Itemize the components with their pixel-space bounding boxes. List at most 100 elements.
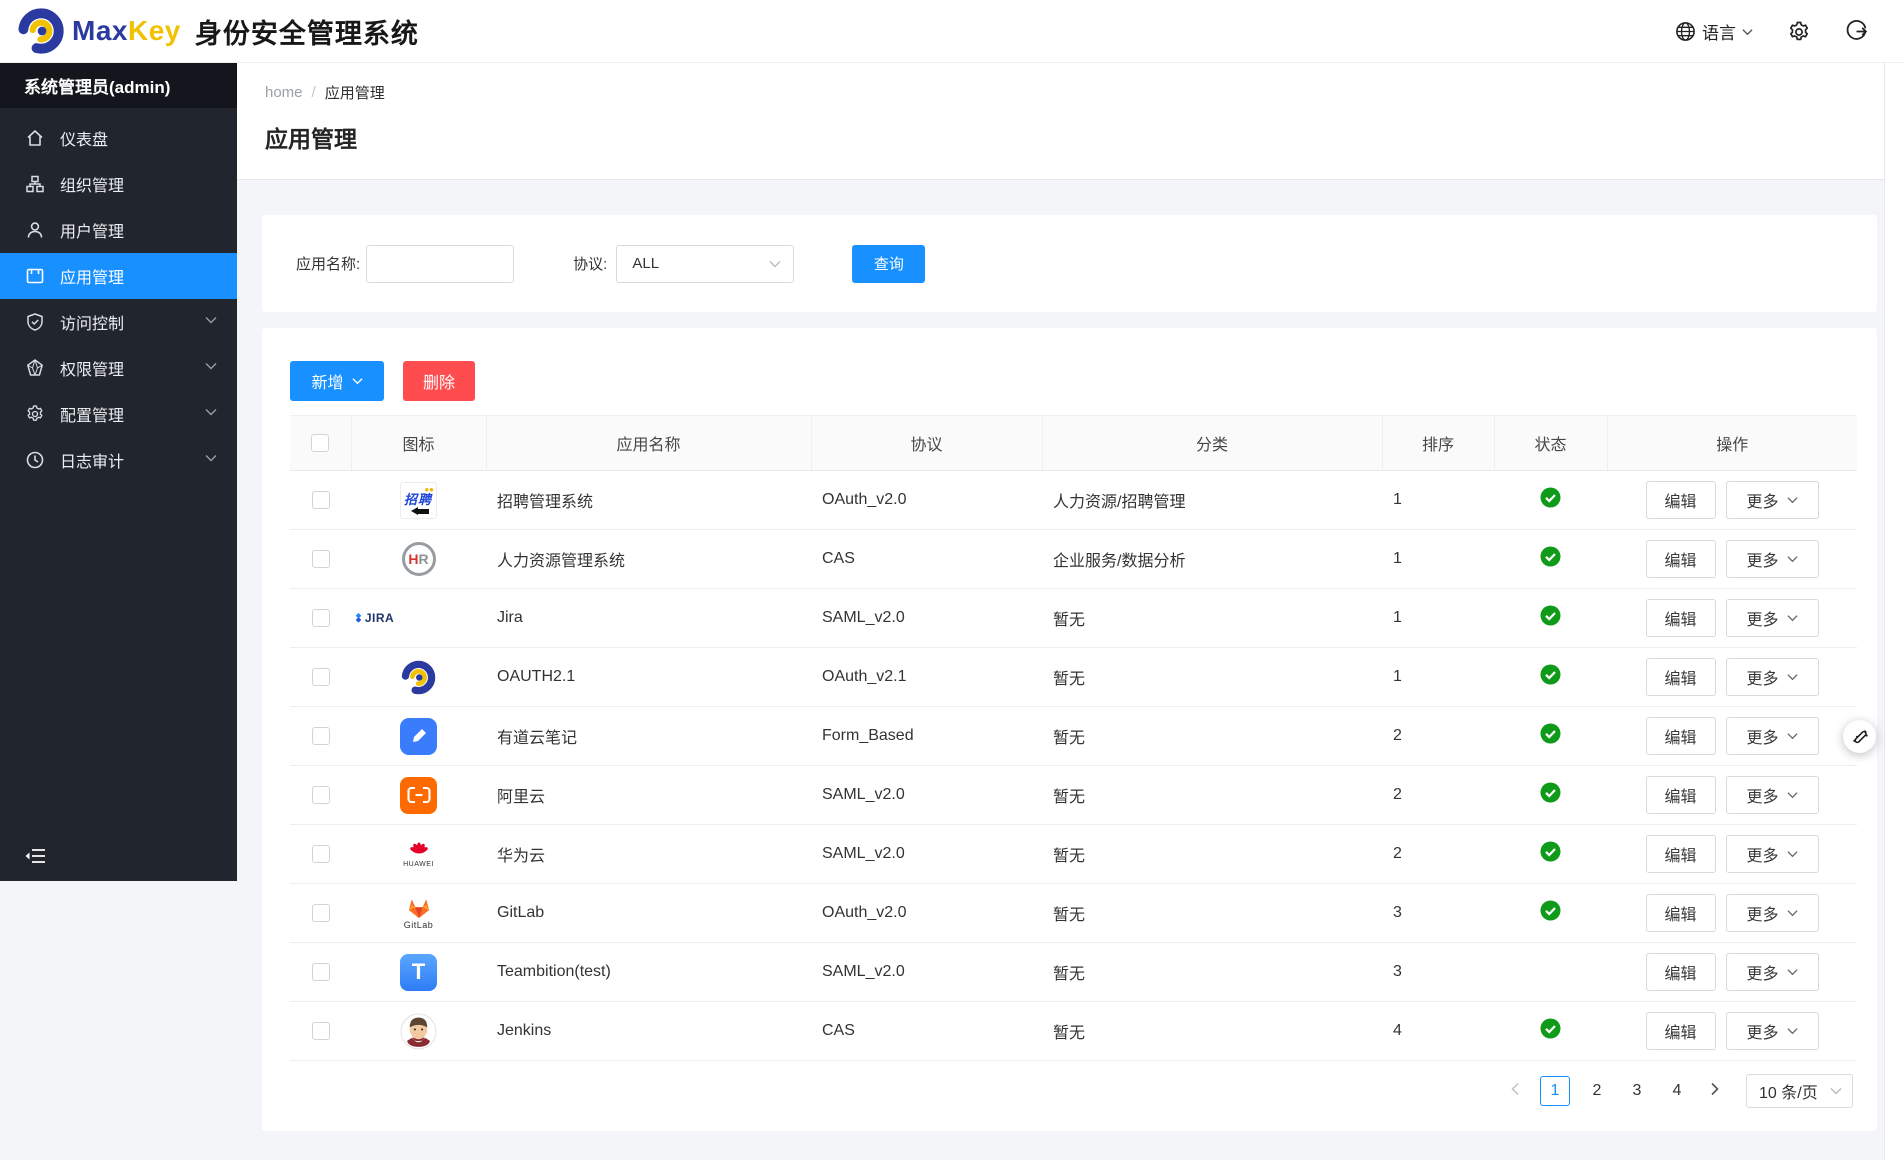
app-sort: 1 [1382,589,1494,648]
app-category: 暂无 [1042,884,1382,943]
more-button[interactable]: 更多 [1726,658,1819,696]
header-icon: 图标 [351,416,486,471]
header-sort: 排序 [1382,416,1494,471]
chevron-down-icon [205,362,217,370]
sidebar-item-configuration[interactable]: 配置管理 [0,391,237,437]
edit-button[interactable]: 编辑 [1646,894,1716,932]
delete-button[interactable]: 删除 [403,361,475,401]
protocol-select[interactable]: ALL [616,245,794,283]
pagination-page-4[interactable]: 4 [1664,1082,1690,1100]
chevron-down-icon [205,316,217,324]
status-enabled-icon [1540,900,1561,921]
row-checkbox[interactable] [312,550,330,568]
more-button[interactable]: 更多 [1726,1012,1819,1050]
edit-button[interactable]: 编辑 [1646,481,1716,519]
home-icon [25,128,45,148]
edit-button[interactable]: 编辑 [1646,658,1716,696]
app-name: 阿里云 [486,766,811,825]
sidebar-item-access-control[interactable]: 访问控制 [0,299,237,345]
row-checkbox[interactable] [312,491,330,509]
edit-button[interactable]: 编辑 [1646,540,1716,578]
pagination-prev-button[interactable] [1504,1082,1526,1101]
sidebar-item-applications[interactable]: 应用管理 [0,253,237,299]
more-button[interactable]: 更多 [1726,481,1819,519]
more-button[interactable]: 更多 [1726,776,1819,814]
more-button-label: 更多 [1746,960,1778,984]
sidebar-collapse-button[interactable] [24,847,46,870]
more-button-label: 更多 [1746,488,1778,512]
theme-settings-float-button[interactable] [1843,720,1876,753]
user-icon [25,220,45,240]
edit-button[interactable]: 编辑 [1646,599,1716,637]
table-row: 招聘●● 招聘管理系统 OAuth_v2.0 人力资源/招聘管理 1 编辑更多 [290,471,1857,530]
edit-button[interactable]: 编辑 [1646,835,1716,873]
app-name: 招聘管理系统 [486,471,811,530]
protocol-label: 协议: [573,253,607,274]
edit-button[interactable]: 编辑 [1646,717,1716,755]
app-protocol: CAS [811,530,1042,589]
sidebar-item-label: 权限管理 [60,356,124,380]
gear-icon [1787,20,1811,44]
status-enabled-icon [1540,605,1561,626]
app-name-input[interactable] [366,245,514,283]
pagination-page-3[interactable]: 3 [1624,1082,1650,1100]
pagination-page-1[interactable]: 1 [1540,1076,1570,1106]
app-protocol: SAML_v2.0 [811,766,1042,825]
breadcrumb-home-link[interactable]: home [265,84,303,101]
row-checkbox[interactable] [312,786,330,804]
sidebar-item-audit-logs[interactable]: 日志审计 [0,437,237,483]
youdao-note-icon [397,714,441,758]
sidebar-item-dashboard[interactable]: 仪表盘 [0,115,237,161]
chevron-down-icon [769,260,781,268]
select-all-checkbox[interactable] [311,434,329,452]
more-button[interactable]: 更多 [1726,894,1819,932]
chevron-down-icon [1787,791,1798,799]
more-button[interactable]: 更多 [1726,717,1819,755]
row-checkbox[interactable] [312,904,330,922]
add-button[interactable]: 新增 [290,361,384,401]
chevron-down-icon [1830,1087,1842,1095]
row-checkbox[interactable] [312,963,330,981]
pagination-page-2[interactable]: 2 [1584,1082,1610,1100]
page-size-select[interactable]: 10 条/页 [1746,1074,1853,1108]
gitlab-caption: GitLab [404,921,434,930]
gem-icon [25,358,45,378]
gear-icon [25,404,45,424]
logout-button[interactable] [1845,20,1868,43]
page-header: home / 应用管理 应用管理 [237,63,1884,180]
row-checkbox[interactable] [312,727,330,745]
chevron-down-icon [1787,555,1798,563]
search-button[interactable]: 查询 [852,245,925,283]
app-category: 暂无 [1042,589,1382,648]
edit-button[interactable]: 编辑 [1646,776,1716,814]
more-button[interactable]: 更多 [1726,953,1819,991]
brand-name-key: Key [128,15,181,46]
more-button[interactable]: 更多 [1726,835,1819,873]
status-enabled-icon [1540,664,1561,685]
row-checkbox[interactable] [312,668,330,686]
row-checkbox[interactable] [312,609,330,627]
app-name: OAUTH2.1 [486,648,811,707]
sidebar-item-organizations[interactable]: 组织管理 [0,161,237,207]
more-button-label: 更多 [1746,547,1778,571]
scrollbar-track[interactable] [1884,63,1903,1160]
edit-button[interactable]: 编辑 [1646,1012,1716,1050]
settings-button[interactable] [1787,20,1811,44]
more-button[interactable]: 更多 [1726,599,1819,637]
sidebar-item-permissions[interactable]: 权限管理 [0,345,237,391]
row-checkbox[interactable] [312,1022,330,1040]
clock-icon [25,450,45,470]
pagination-next-button[interactable] [1704,1082,1726,1101]
edit-button[interactable]: 编辑 [1646,953,1716,991]
sidebar-item-users[interactable]: 用户管理 [0,207,237,253]
language-selector[interactable]: 语言 [1675,19,1753,44]
app-name: 华为云 [486,825,811,884]
more-button-label: 更多 [1746,842,1778,866]
topbar: MaxKey 身份安全管理系统 语言 [0,0,1903,63]
jira-icon: JIRA [351,596,395,640]
app-category: 暂无 [1042,648,1382,707]
more-button[interactable]: 更多 [1726,540,1819,578]
row-checkbox[interactable] [312,845,330,863]
sidebar-menu: 仪表盘 组织管理 用户管理 应用管理 访问控制 权限管理 配置管理 [0,115,237,483]
product-title: 身份安全管理系统 [195,12,419,51]
